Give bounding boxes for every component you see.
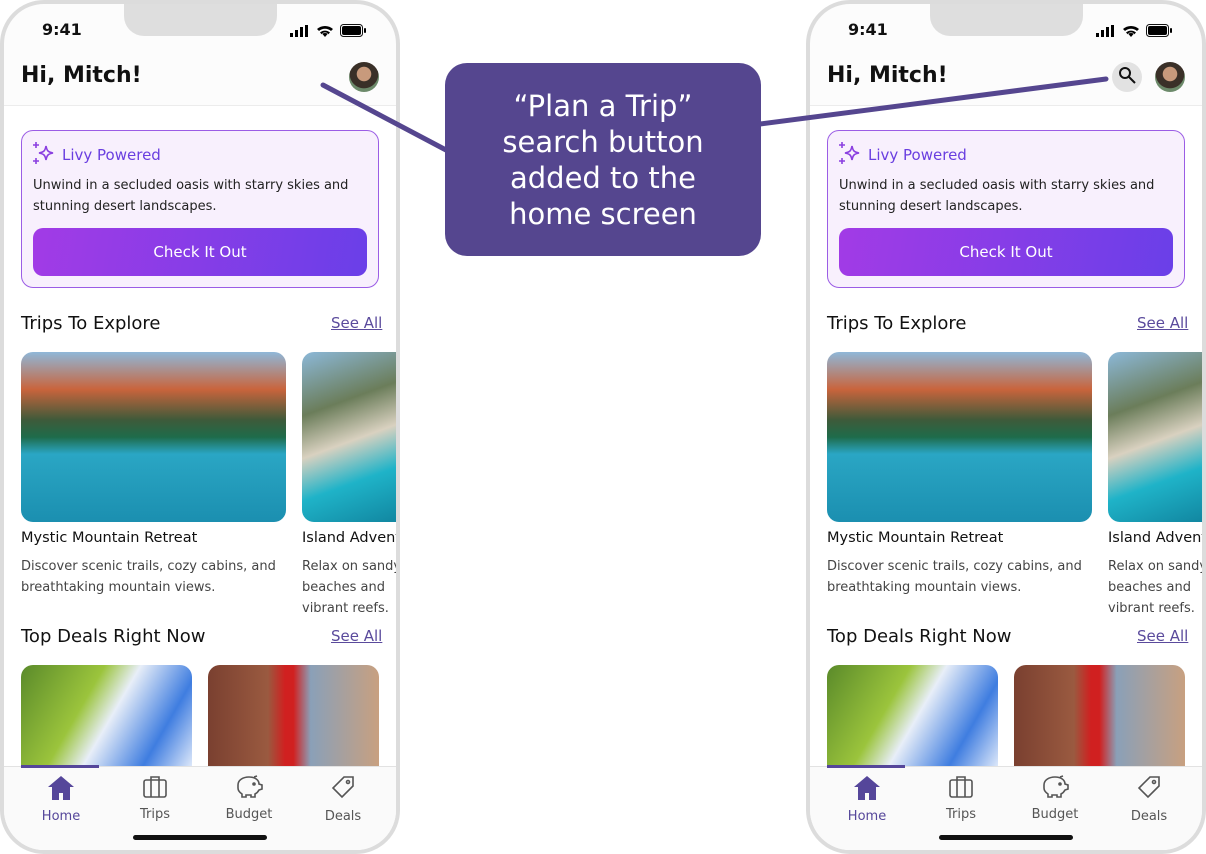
trip-title: Island Adventure bbox=[1108, 530, 1202, 546]
phone-after: 9:41 Hi, Mitch! Livy Powered Unwind in a… bbox=[806, 0, 1206, 854]
tab-budget[interactable]: Budget bbox=[1015, 775, 1095, 822]
piggy-bank-icon bbox=[1040, 775, 1070, 803]
trip-title: Mystic Mountain Retreat bbox=[21, 530, 198, 546]
home-icon bbox=[853, 775, 881, 805]
trip-title: Island Adventure bbox=[302, 530, 396, 546]
trip-image-island[interactable] bbox=[302, 352, 396, 522]
deals-see-all-link[interactable]: See All bbox=[331, 627, 382, 645]
tab-label: Home bbox=[41, 809, 81, 824]
tab-deals[interactable]: Deals bbox=[303, 775, 383, 824]
trip-desc: Relax on sandy beaches and vibrant reefs… bbox=[302, 559, 396, 616]
tab-label: Home bbox=[847, 809, 887, 824]
phone-before: 9:41 Hi, Mitch! Livy Powered Unwind in a… bbox=[0, 0, 400, 854]
tab-trips[interactable]: Trips bbox=[115, 775, 195, 822]
tag-icon bbox=[330, 775, 356, 805]
tab-label: Trips bbox=[945, 807, 976, 822]
home-indicator bbox=[133, 835, 267, 840]
deals-section-title: Top Deals Right Now bbox=[21, 626, 206, 647]
trip-desc: Discover scenic trails, cozy cabins, and… bbox=[827, 559, 1082, 595]
tab-label: Trips bbox=[139, 807, 170, 822]
home-icon bbox=[47, 775, 75, 805]
callout-text: “Plan a Trip” search button added to the… bbox=[502, 88, 704, 231]
tab-home[interactable]: Home bbox=[827, 775, 907, 824]
scroll-indicator bbox=[21, 765, 99, 768]
trip-image-mountain[interactable] bbox=[21, 352, 286, 522]
tab-label: Budget bbox=[1031, 807, 1079, 822]
trip-desc: Relax on sandy beaches and vibrant reefs… bbox=[1108, 559, 1202, 616]
piggy-bank-icon bbox=[234, 775, 264, 803]
tab-label: Deals bbox=[324, 809, 362, 824]
annotation-callout: “Plan a Trip” search button added to the… bbox=[445, 63, 761, 256]
tab-trips[interactable]: Trips bbox=[921, 775, 1001, 822]
tab-home[interactable]: Home bbox=[21, 775, 101, 824]
tab-deals[interactable]: Deals bbox=[1109, 775, 1189, 824]
trip-desc: Discover scenic trails, cozy cabins, and… bbox=[21, 559, 276, 595]
trip-image-mountain[interactable] bbox=[827, 352, 1092, 522]
trip-title: Mystic Mountain Retreat bbox=[827, 530, 1004, 546]
deals-section-title: Top Deals Right Now bbox=[827, 626, 1012, 647]
scroll-indicator bbox=[827, 765, 905, 768]
tab-budget[interactable]: Budget bbox=[209, 775, 289, 822]
trip-image-island[interactable] bbox=[1108, 352, 1202, 522]
home-indicator bbox=[939, 835, 1073, 840]
tab-label: Deals bbox=[1130, 809, 1168, 824]
suitcase-icon bbox=[948, 775, 974, 803]
deals-see-all-link[interactable]: See All bbox=[1137, 627, 1188, 645]
tab-label: Budget bbox=[225, 807, 273, 822]
tag-icon bbox=[1136, 775, 1162, 805]
suitcase-icon bbox=[142, 775, 168, 803]
